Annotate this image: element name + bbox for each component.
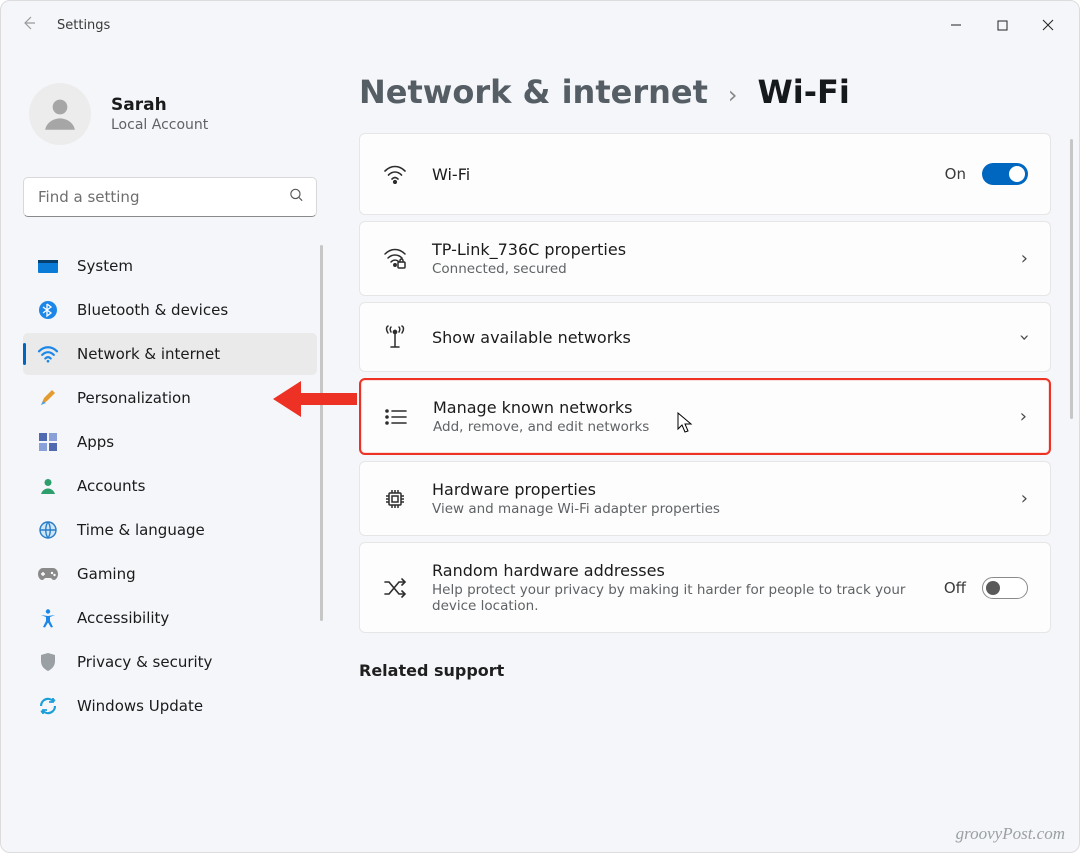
maximize-icon [997,20,1008,31]
sidebar-item-accessibility[interactable]: Accessibility [23,597,317,639]
card-title: Random hardware addresses [432,561,920,580]
globe-clock-icon [37,519,59,541]
maximize-button[interactable] [979,9,1025,41]
list-icon [383,407,409,427]
sidebar-item-personalization[interactable]: Personalization [23,377,317,419]
update-icon [37,695,59,717]
sidebar-item-label: Accounts [77,477,145,495]
sidebar-item-label: Accessibility [77,609,169,627]
sidebar-item-time[interactable]: Time & language [23,509,317,551]
sidebar-item-bluetooth[interactable]: Bluetooth & devices [23,289,317,331]
sidebar-item-label: Time & language [77,521,205,539]
sidebar-item-accounts[interactable]: Accounts [23,465,317,507]
sidebar-item-apps[interactable]: Apps [23,421,317,463]
settings-window: Settings Sarah Local Account [0,0,1080,853]
sidebar-item-label: Privacy & security [77,653,212,671]
sidebar-item-label: Gaming [77,565,136,583]
card-title: Show available networks [432,328,997,347]
back-arrow-icon [21,15,37,31]
breadcrumb-parent[interactable]: Network & internet [359,73,708,111]
gamepad-icon [37,563,59,585]
chevron-right-icon: › [1021,488,1028,509]
card-connection-properties[interactable]: TP-Link_736C properties Connected, secur… [359,221,1051,296]
card-subtitle: Help protect your privacy by making it h… [432,582,920,614]
accounts-icon [37,475,59,497]
sidebar-item-system[interactable]: System [23,245,317,287]
card-hardware-properties[interactable]: Hardware properties View and manage Wi-F… [359,461,1051,536]
close-button[interactable] [1025,9,1071,41]
person-icon [39,93,81,135]
card-title: TP-Link_736C properties [432,240,997,259]
bluetooth-icon [37,299,59,321]
sidebar-item-update[interactable]: Windows Update [23,685,317,727]
card-title: Hardware properties [432,480,997,499]
sidebar-item-label: System [77,257,133,275]
antenna-icon [382,325,408,349]
wifi-icon [382,164,408,184]
breadcrumb: Network & internet › Wi-Fi [359,73,1051,111]
sidebar-item-network[interactable]: Network & internet [23,333,317,375]
card-wifi-toggle[interactable]: Wi-Fi On [359,133,1051,215]
sidebar-item-label: Apps [77,433,114,451]
chip-icon [382,487,408,511]
title-bar: Settings [1,1,1079,49]
toggle-state-label: On [945,165,966,183]
shuffle-icon [382,578,408,598]
card-manage-known-networks[interactable]: Manage known networks Add, remove, and e… [359,378,1051,455]
wifi-secure-icon [382,248,408,270]
card-available-networks[interactable]: Show available networks › [359,302,1051,372]
accessibility-icon [37,607,59,629]
window-title: Settings [57,18,110,33]
user-subtitle: Local Account [111,117,208,133]
close-icon [1042,19,1054,31]
sidebar-item-label: Windows Update [77,697,203,715]
sidebar-scrollbar[interactable] [320,245,323,621]
search-box[interactable] [23,177,317,217]
chevron-right-icon: › [1021,248,1028,269]
card-subtitle: Connected, secured [432,261,997,277]
avatar [29,83,91,145]
system-icon [37,255,59,277]
card-title: Wi-Fi [432,165,921,184]
sidebar-item-label: Bluetooth & devices [77,301,228,319]
random-hw-toggle[interactable] [982,577,1028,599]
user-name: Sarah [111,95,208,115]
sidebar-item-gaming[interactable]: Gaming [23,553,317,595]
card-subtitle: View and manage Wi-Fi adapter properties [432,501,997,517]
sidebar-item-label: Personalization [77,389,191,407]
apps-icon [37,431,59,453]
page-title: Wi-Fi [758,73,850,111]
minimize-icon [950,19,962,31]
paintbrush-icon [37,387,59,409]
toggle-state-label: Off [944,579,966,597]
user-profile[interactable]: Sarah Local Account [23,71,317,165]
related-support-heading: Related support [359,661,1051,680]
wifi-icon [37,343,59,365]
chevron-right-icon: › [728,81,738,109]
back-button[interactable] [9,15,49,35]
sidebar-nav: System Bluetooth & devices Network & int… [23,245,317,727]
content-pane: Network & internet › Wi-Fi Wi-Fi On [331,49,1079,852]
content-scrollbar[interactable] [1070,139,1073,419]
sidebar-item-privacy[interactable]: Privacy & security [23,641,317,683]
card-subtitle: Add, remove, and edit networks [433,419,996,435]
chevron-right-icon: › [1020,406,1027,427]
watermark: groovyPost.com [956,824,1065,844]
search-icon [288,187,305,208]
sidebar-item-label: Network & internet [77,345,220,363]
card-title: Manage known networks [433,398,996,417]
minimize-button[interactable] [933,9,979,41]
card-random-hw-addresses[interactable]: Random hardware addresses Help protect y… [359,542,1051,633]
sidebar: Sarah Local Account System Blueto [1,49,331,852]
chevron-down-icon: › [1014,333,1035,340]
shield-icon [37,651,59,673]
wifi-toggle[interactable] [982,163,1028,185]
search-input[interactable] [23,177,317,217]
